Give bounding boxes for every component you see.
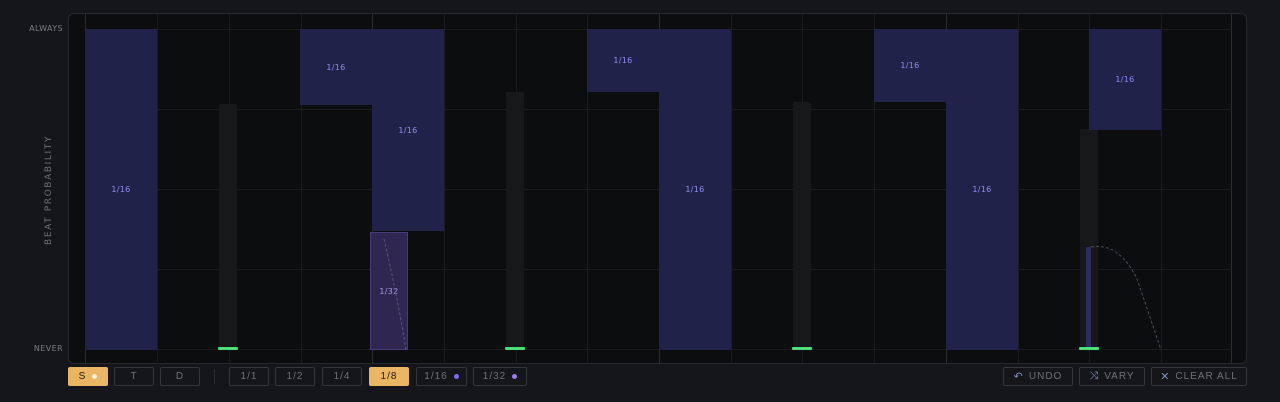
undo-label: UNDO xyxy=(1028,371,1063,382)
trigger-marker xyxy=(218,347,238,350)
division-1-1-button[interactable]: 1/1 xyxy=(229,367,269,386)
division-label: 1/8 xyxy=(380,371,398,382)
y-label-always: ALWAYS xyxy=(29,24,63,33)
mode-s-label: S xyxy=(78,371,87,382)
close-icon: ✕ xyxy=(1160,371,1170,383)
vary-label: VARY xyxy=(1104,371,1135,382)
toolbar-divider xyxy=(214,369,215,384)
y-axis-title: BEAT PROBABILITY xyxy=(44,135,54,245)
division-label: 1/16 xyxy=(424,371,448,382)
division-label: 1/1 xyxy=(240,371,258,382)
dot-icon xyxy=(512,374,518,379)
mode-t-button[interactable]: T xyxy=(114,367,154,386)
dot-icon xyxy=(453,374,459,379)
division-1-16-button[interactable]: 1/16 xyxy=(416,367,467,386)
vary-button[interactable]: ⤨ VARY xyxy=(1079,367,1145,386)
velocity-curve xyxy=(383,238,1162,351)
division-1-2-button[interactable]: 1/2 xyxy=(275,367,315,386)
mode-s-button[interactable]: S xyxy=(68,367,108,386)
undo-icon: ↶ xyxy=(1013,371,1023,383)
trigger-marker xyxy=(505,347,525,350)
probability-grid[interactable]: 1/16 1/16 1/16 1/32 1/16 1/16 1/16 1/16 … xyxy=(68,13,1247,364)
clear-all-button[interactable]: ✕ CLEAR ALL xyxy=(1151,367,1247,386)
mode-d-button[interactable]: D xyxy=(160,367,200,386)
shuffle-icon: ⤨ xyxy=(1089,370,1099,382)
division-label: 1/2 xyxy=(286,371,304,382)
mode-d-label: D xyxy=(175,371,185,382)
mode-t-label: T xyxy=(130,371,138,382)
clear-all-label: CLEAR ALL xyxy=(1175,371,1238,382)
division-label: 1/4 xyxy=(333,371,351,382)
undo-button[interactable]: ↶ UNDO xyxy=(1003,367,1073,386)
division-1-32-button[interactable]: 1/32 xyxy=(473,367,527,386)
trigger-marker xyxy=(792,347,812,350)
division-label: 1/32 xyxy=(482,371,507,382)
dot-icon xyxy=(92,374,98,379)
trigger-marker xyxy=(1079,347,1099,350)
division-1-8-button[interactable]: 1/8 xyxy=(369,367,409,386)
y-label-never: NEVER xyxy=(33,344,63,353)
division-1-4-button[interactable]: 1/4 xyxy=(322,367,362,386)
